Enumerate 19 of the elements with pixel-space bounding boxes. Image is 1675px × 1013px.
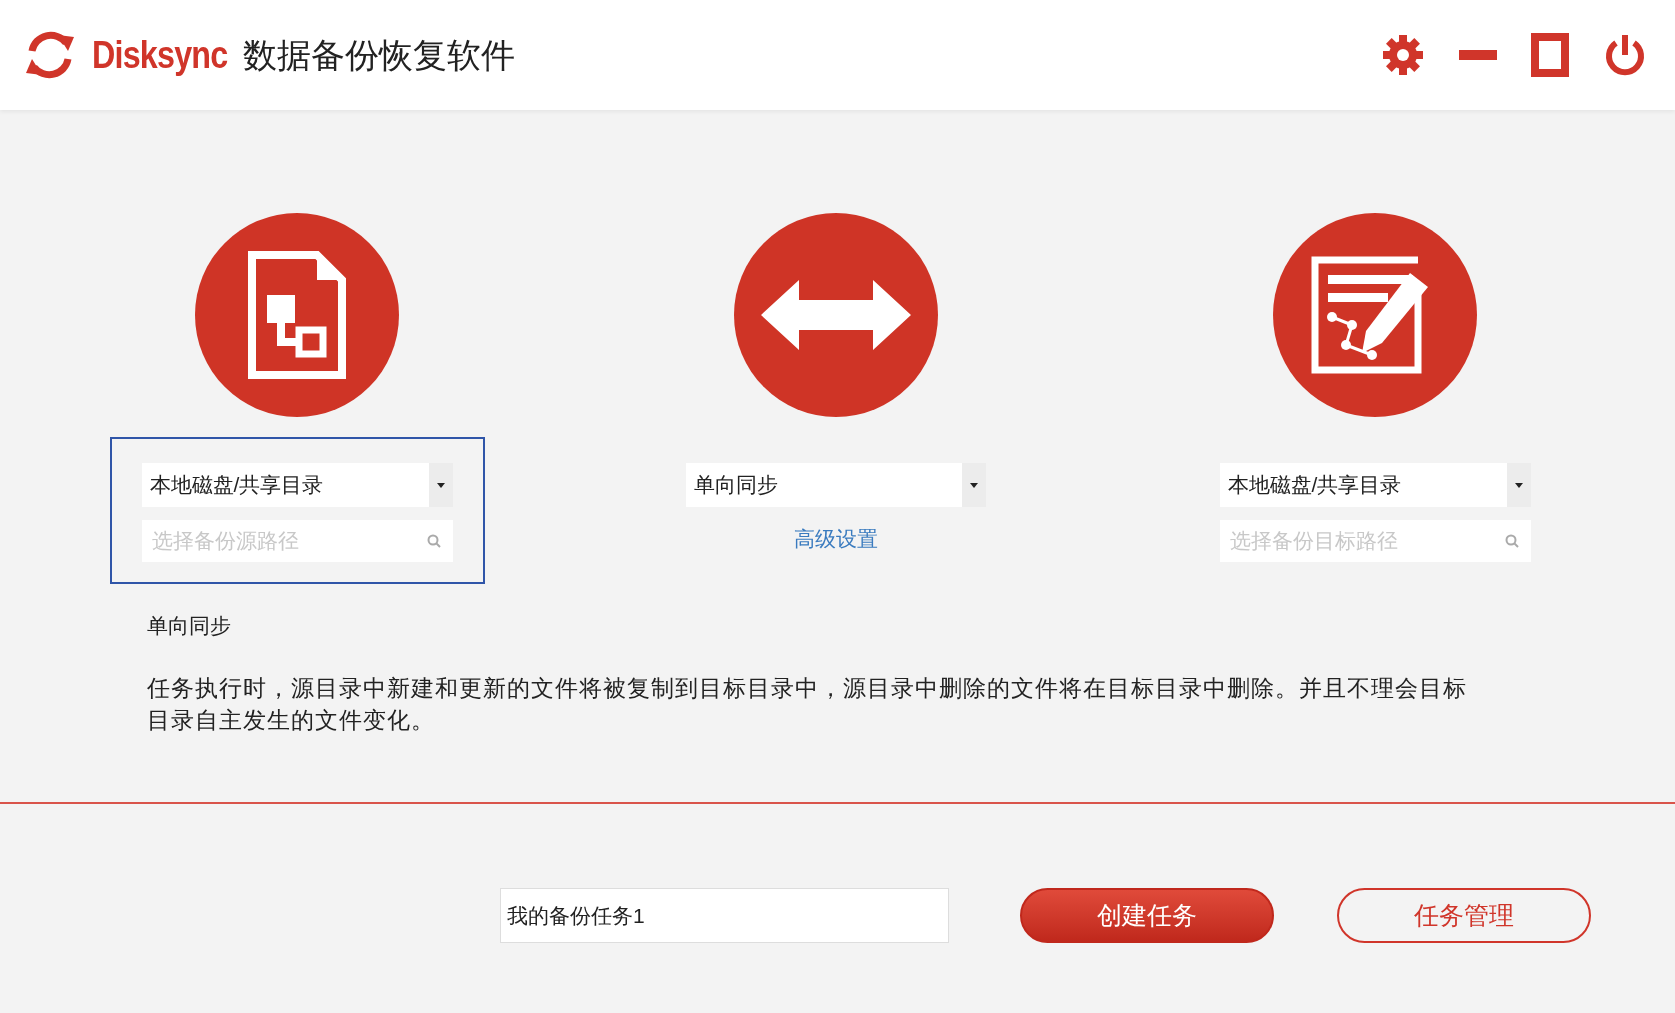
power-icon[interactable] [1603, 33, 1647, 77]
task-name-field[interactable]: 我的备份任务1 [500, 888, 949, 943]
search-icon [1504, 534, 1519, 548]
caret-icon [1514, 482, 1523, 488]
location-dropdown[interactable]: 本地磁盘/共享目录 [1219, 463, 1531, 507]
settings-icon[interactable] [1381, 33, 1425, 77]
maximize-icon[interactable] [1531, 33, 1569, 77]
caret-icon [970, 482, 978, 488]
advanced-settings-link[interactable]: 高级设置 [794, 523, 878, 555]
create-task-button[interactable]: 创建任务 [1020, 888, 1274, 943]
location-dropdown[interactable]: 本地磁盘/共享目录 [141, 463, 453, 507]
sync-mode-dropdown[interactable]: 单向同步 [686, 463, 986, 507]
mode-title: 单向同步 [147, 613, 232, 639]
caret-icon [436, 482, 445, 488]
app-title: 数据备份恢复软件 [243, 34, 516, 76]
search-icon [426, 534, 441, 548]
task-management-button[interactable]: 任务管理 [1337, 888, 1591, 943]
mode-description: 任务执行时，源目录中新建和更新的文件将被复制到目标目录中，源目录中删除的文件将在目标目录中删除。并且不理会目标目录自主发生的文件变化。 [147, 673, 1468, 735]
brand-name: Disksync [92, 32, 228, 78]
